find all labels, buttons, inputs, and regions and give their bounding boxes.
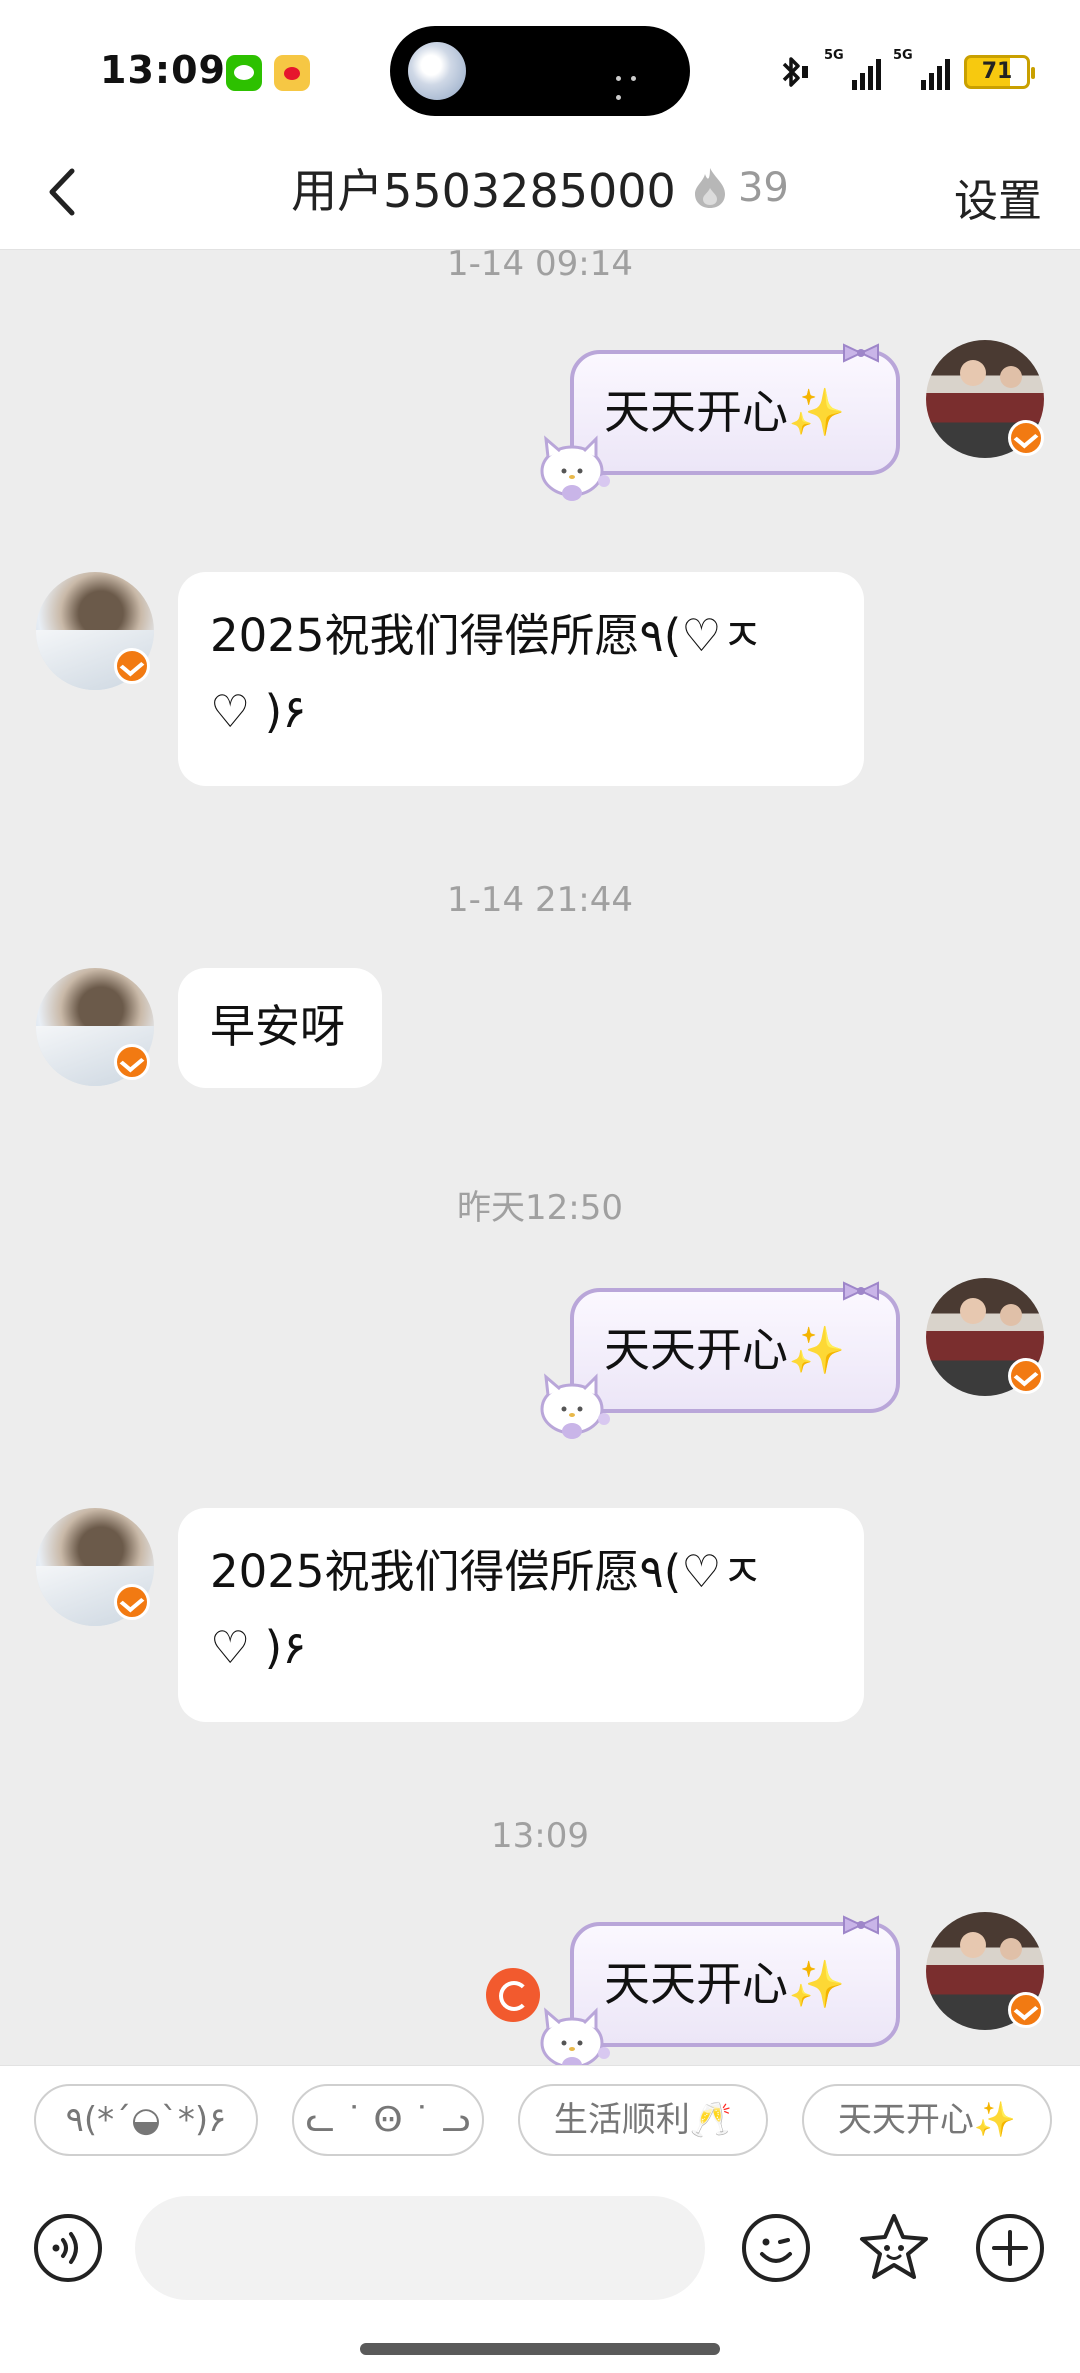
fire-icon xyxy=(694,168,725,208)
chat-title-area[interactable]: 用户5503285000 39 xyxy=(0,155,1080,221)
activity-indicator xyxy=(616,66,656,100)
chat-message-list[interactable]: 1-14 09:14 天天开心✨ 2025祝我们得偿所愿٩(♡ㅈ ♡ )۶ 1-… xyxy=(0,250,1080,2065)
network-type-label: 5G xyxy=(824,48,844,63)
sparkle-emoji: ✨ xyxy=(788,1323,846,1377)
message-text: 天天开心 xyxy=(604,1957,788,2011)
message-text-line: ♡ )۶ xyxy=(210,1621,307,1674)
bow-decoration-icon xyxy=(843,1281,879,1301)
emoji-icon[interactable] xyxy=(740,2212,812,2284)
home-indicator[interactable] xyxy=(360,2343,720,2355)
message-text-input[interactable] xyxy=(135,2196,705,2300)
message-timestamp: 13:09 xyxy=(491,1816,589,1856)
quick-reply-chip[interactable]: 天天开心✨ xyxy=(802,2084,1052,2156)
star-icon[interactable] xyxy=(856,2210,932,2286)
self-message-bubble[interactable]: 天天开心✨ xyxy=(540,343,900,501)
message-input-bar xyxy=(0,2180,1080,2373)
battery-icon: 71 xyxy=(964,55,1035,89)
bow-decoration-icon xyxy=(843,343,879,363)
quick-reply-chip[interactable]: ٩(*´◒`*)۶ xyxy=(34,2084,258,2156)
chat-title: 用户5503285000 xyxy=(291,164,676,218)
message-timestamp: 昨天12:50 xyxy=(457,1188,623,1228)
message-text: 天天开心 xyxy=(604,1323,788,1377)
status-time: 13:09 xyxy=(100,48,226,92)
signal-strength-icon: 5G xyxy=(824,48,881,90)
verified-badge-icon xyxy=(1008,420,1044,456)
status-bar: 13:09 5G 5G 71 xyxy=(0,0,1080,135)
resend-icon[interactable] xyxy=(486,1968,540,2022)
message-timestamp: 1-14 21:44 xyxy=(447,880,633,920)
self-message-bubble[interactable]: 天天开心✨ xyxy=(540,1281,900,1439)
contact-message-bubble[interactable]: 早安呀 xyxy=(178,968,382,1088)
plus-icon[interactable] xyxy=(974,2212,1046,2284)
verified-badge-icon xyxy=(114,1044,150,1080)
verified-badge-icon xyxy=(1008,1358,1044,1394)
verified-badge-icon xyxy=(1008,1992,1044,2028)
quick-reply-bar: ٩(*´◒`*)۶ ᓚ ˙ Ꙫ ˙ ᓗ 生活顺利🥂 天天开心✨ xyxy=(0,2065,1080,2180)
self-message-bubble[interactable]: 天天开心✨ xyxy=(540,1915,900,2065)
kitty-decoration-icon xyxy=(540,2007,610,2065)
intimacy-count: 39 xyxy=(737,165,789,211)
quick-reply-chip[interactable]: ᓚ ˙ Ꙫ ˙ ᓗ xyxy=(292,2084,484,2156)
verified-badge-icon xyxy=(114,648,150,684)
settings-button[interactable]: 设置 xyxy=(954,165,1042,229)
message-text-line: 2025祝我们得偿所愿٩(♡ㅈ xyxy=(210,1545,764,1598)
message-text-line: 2025祝我们得偿所愿٩(♡ㅈ xyxy=(210,609,764,662)
sparkle-emoji: ✨ xyxy=(788,1957,846,2011)
quick-reply-chip[interactable]: 生活顺利🥂 xyxy=(518,2084,768,2156)
signal-strength-icon-2: 5G xyxy=(893,48,950,90)
kitty-decoration-icon xyxy=(540,435,610,501)
dynamic-island[interactable] xyxy=(390,26,690,116)
message-text-line: 早安呀 xyxy=(210,1000,346,1053)
chat-header: 用户5503285000 39 设置 xyxy=(0,135,1080,250)
contact-message-bubble[interactable]: 2025祝我们得偿所愿٩(♡ㅈ ♡ )۶ xyxy=(178,572,864,786)
message-text-line: ♡ )۶ xyxy=(210,685,307,738)
voice-icon[interactable] xyxy=(32,2212,104,2284)
bow-decoration-icon xyxy=(843,1915,879,1935)
media-thumbnail xyxy=(408,42,466,100)
message-timestamp: 1-14 09:14 xyxy=(447,250,633,284)
system-icons: 5G 5G 71 xyxy=(772,48,1035,94)
wechat-notification-icon xyxy=(226,55,262,91)
sparkle-emoji: ✨ xyxy=(788,385,846,439)
message-text: 天天开心 xyxy=(604,385,788,439)
contact-message-bubble[interactable]: 2025祝我们得偿所愿٩(♡ㅈ ♡ )۶ xyxy=(178,1508,864,1722)
kitty-decoration-icon xyxy=(540,1373,610,1439)
verified-badge-icon xyxy=(114,1584,150,1620)
network-type-label-2: 5G xyxy=(893,48,913,63)
weibo-notification-icon xyxy=(274,55,310,91)
bluetooth-icon xyxy=(782,57,808,87)
